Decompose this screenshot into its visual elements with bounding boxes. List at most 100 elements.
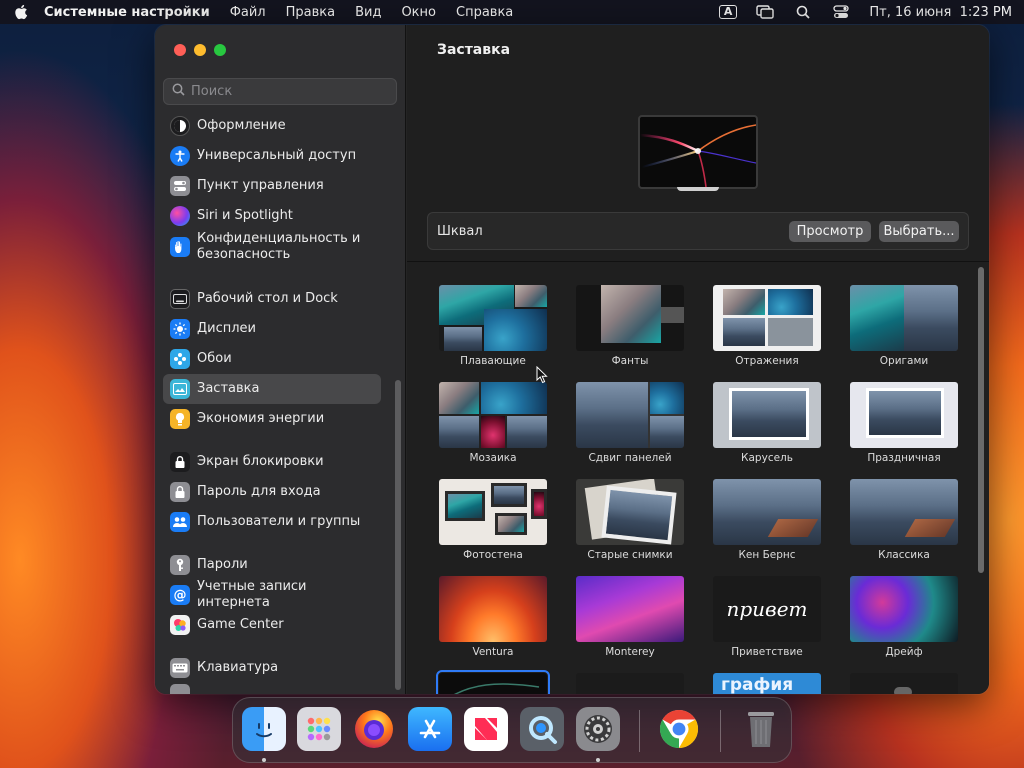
- screensaver-tile-carousel[interactable]: Карусель: [713, 382, 821, 464]
- desktop-dock-icon: [170, 289, 190, 309]
- screensaver-label: Monterey: [605, 646, 655, 658]
- sidebar-item-wallpaper[interactable]: Обои: [163, 344, 381, 374]
- screensaver-label: Праздничная: [867, 452, 941, 464]
- screensaver-tile-partial-4[interactable]: [850, 673, 958, 694]
- battery-icon: [170, 409, 190, 429]
- screensaver-tile-ken-burns[interactable]: Кен Бернс: [713, 479, 821, 561]
- menu-app-name[interactable]: Системные настройки: [44, 5, 210, 20]
- main-scrollbar[interactable]: [978, 267, 984, 573]
- screensaver-tile-monterey[interactable]: Monterey: [576, 576, 684, 658]
- screensaver-tile-reflections[interactable]: Отражения: [713, 285, 821, 367]
- screensaver-label: Фанты: [611, 355, 649, 367]
- sidebar-item-label: Учетные записи интернета: [197, 579, 307, 610]
- login-password-icon: [170, 482, 190, 502]
- screensaver-tile-floating[interactable]: Плавающие: [439, 285, 547, 367]
- current-screensaver-name: Шквал: [437, 223, 483, 239]
- sidebar-item-displays[interactable]: Дисплеи: [163, 314, 381, 344]
- screensaver-tile-photo-wall[interactable]: Фотостена: [439, 479, 547, 561]
- screensaver-tile-shifting[interactable]: Фанты: [576, 285, 684, 367]
- screensaver-thumbnail: [439, 479, 547, 545]
- sidebar-list: Оформление Универсальный доступ Пункт уп…: [163, 113, 383, 694]
- menu-window[interactable]: Окно: [401, 5, 436, 20]
- word-thumb-text: графия: [721, 675, 794, 694]
- screensaver-tile-hello[interactable]: привет Приветствие: [713, 576, 821, 658]
- sidebar-item-control-center[interactable]: Пункт управления: [163, 171, 381, 201]
- screensaver-label: Дрейф: [885, 646, 923, 658]
- sidebar-item-label: Пароль для входа: [197, 484, 321, 499]
- choose-button[interactable]: Выбрать...: [879, 221, 959, 242]
- screensaver-thumbnail: [850, 285, 958, 351]
- screensaver-thumbnail: [436, 670, 550, 694]
- sidebar-item-accessibility[interactable]: Универсальный доступ: [163, 141, 381, 171]
- sidebar-item-energy[interactable]: Экономия энергии: [163, 404, 381, 434]
- menu-view[interactable]: Вид: [355, 5, 381, 20]
- control-center-icon[interactable]: [831, 4, 851, 20]
- minimize-window-button[interactable]: [194, 44, 206, 56]
- dock-quicktime-icon[interactable]: [520, 707, 564, 751]
- screensaver-tile-mosaic[interactable]: Мозаика: [439, 382, 547, 464]
- screensaver-tile-holiday[interactable]: Праздничная: [850, 382, 958, 464]
- sidebar-item-login-password[interactable]: Пароль для входа: [163, 477, 381, 507]
- dock-app-store-icon[interactable]: [408, 707, 452, 751]
- dock-news-icon[interactable]: [464, 707, 508, 751]
- sidebar-search[interactable]: [163, 78, 397, 105]
- sidebar-item-label: Пользователи и группы: [197, 514, 361, 529]
- menu-help[interactable]: Справка: [456, 5, 513, 20]
- screensaver-thumbnail: [850, 673, 958, 694]
- zoom-window-button[interactable]: [214, 44, 226, 56]
- dock-trash-icon[interactable]: [739, 707, 783, 751]
- dock-firefox-icon[interactable]: [352, 707, 396, 751]
- screensaver-tile-partial-2[interactable]: [576, 673, 684, 694]
- menu-file[interactable]: Файл: [230, 5, 266, 20]
- screen-mirroring-icon[interactable]: [755, 4, 775, 20]
- sidebar-item-privacy[interactable]: Конфиденциальность и безопасность: [163, 228, 381, 266]
- preview-monitor-stand: [677, 187, 719, 191]
- sidebar-item-lock-screen[interactable]: Экран блокировки: [163, 447, 381, 477]
- sidebar-item-desktop-dock[interactable]: Рабочий стол и Dock: [163, 284, 381, 314]
- sidebar-item-next-partial[interactable]: [163, 679, 381, 694]
- sidebar-item-siri-spotlight[interactable]: Siri и Spotlight: [163, 201, 381, 231]
- screensaver-tile-sliding-panels[interactable]: Сдвиг панелей: [576, 382, 684, 464]
- siri-icon: [170, 206, 190, 226]
- screensaver-tile-ventura[interactable]: Ventura: [439, 576, 547, 658]
- screensaver-thumbnail: [576, 673, 684, 694]
- preview-button[interactable]: Просмотр: [789, 221, 871, 242]
- screensaver-tile-classic[interactable]: Классика: [850, 479, 958, 561]
- apple-menu-icon[interactable]: [14, 4, 28, 20]
- close-window-button[interactable]: [174, 44, 186, 56]
- screensaver-tile-drift[interactable]: Дрейф: [850, 576, 958, 658]
- screensaver-tile-origami[interactable]: Оригами: [850, 285, 958, 367]
- screensaver-label: Приветствие: [731, 646, 803, 658]
- sidebar-item-label: Siri и Spotlight: [197, 208, 293, 223]
- main-pane: Заставка Шквал Просмотр Выбрать... Плава…: [407, 25, 989, 694]
- screensaver-label: Оригами: [879, 355, 929, 367]
- screensaver-label: Ventura: [472, 646, 514, 658]
- screensaver-tile-flurry[interactable]: [436, 670, 550, 694]
- sidebar-item-game-center[interactable]: Game Center: [163, 610, 381, 640]
- sidebar-item-screensaver[interactable]: Заставка: [163, 374, 381, 404]
- sidebar-item-passwords[interactable]: Пароли: [163, 550, 381, 580]
- search-input[interactable]: [191, 84, 381, 99]
- screensaver-tile-vintage-prints[interactable]: Старые снимки: [576, 479, 684, 561]
- dock-system-settings-icon[interactable]: [576, 707, 620, 751]
- sidebar-item-appearance[interactable]: Оформление: [163, 113, 381, 141]
- menu-clock[interactable]: Пт, 16 июня 1:23 PM: [869, 5, 1012, 20]
- dock-finder-icon[interactable]: [242, 707, 286, 751]
- input-source-indicator[interactable]: A: [718, 5, 738, 19]
- screensaver-thumbnail: [713, 285, 821, 351]
- sidebar-item-internet-accounts[interactable]: @ Учетные записи интернета: [163, 579, 381, 610]
- sidebar-scrollbar[interactable]: [395, 380, 401, 690]
- screensaver-thumbnail: [713, 479, 821, 545]
- dock-chrome-icon[interactable]: [657, 707, 701, 751]
- screensaver-tile-word-of-day[interactable]: графия: [713, 673, 821, 694]
- accessibility-icon: [170, 146, 190, 166]
- screensaver-label: Сдвиг панелей: [588, 452, 672, 464]
- sidebar-item-users-groups[interactable]: Пользователи и группы: [163, 507, 381, 537]
- sidebar-item-label: Конфиденциальность и безопасность: [197, 231, 361, 262]
- system-settings-window: Оформление Универсальный доступ Пункт уп…: [155, 25, 989, 694]
- menu-edit[interactable]: Правка: [286, 5, 335, 20]
- spotlight-search-icon[interactable]: [793, 4, 813, 20]
- keyboard-icon: [170, 658, 190, 678]
- dock-launchpad-icon[interactable]: [297, 707, 341, 751]
- sidebar-item-label: Game Center: [197, 617, 284, 632]
